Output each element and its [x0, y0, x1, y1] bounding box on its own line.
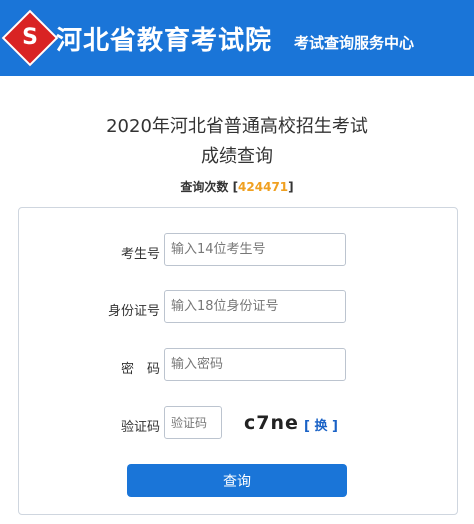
exam-number-label: 考生号: [120, 247, 160, 262]
password-input[interactable]: [164, 348, 346, 381]
page-title: 2020年河北省普通高校招生考试: [106, 116, 368, 137]
captcha-refresh-link[interactable]: [ 换 ]: [304, 415, 338, 434]
logo-glyph: S: [22, 25, 38, 50]
password-label: 密 码: [120, 362, 160, 377]
site-name: 河北省教育考试院: [56, 26, 273, 56]
submit-button[interactable]: 查询: [127, 464, 347, 497]
counter-close-bracket: ]: [288, 180, 294, 194]
query-counter: 查询次数 [424471]: [0, 178, 474, 195]
captcha-image[interactable]: c7ne: [244, 412, 299, 434]
site-subtitle: 考试查询服务中心: [294, 34, 415, 52]
captcha-label: 验证码: [120, 420, 160, 435]
counter-value: 424471: [238, 180, 289, 194]
page-subtitle: 成绩查询: [201, 146, 273, 167]
site-header: S 河北省教育考试院 考试查询服务中心: [0, 0, 474, 76]
counter-label: 查询次数: [180, 180, 229, 194]
id-number-input[interactable]: [164, 290, 346, 323]
exam-number-input[interactable]: [164, 233, 346, 266]
captcha-input[interactable]: [164, 406, 222, 439]
id-number-label: 身份证号: [107, 304, 160, 319]
